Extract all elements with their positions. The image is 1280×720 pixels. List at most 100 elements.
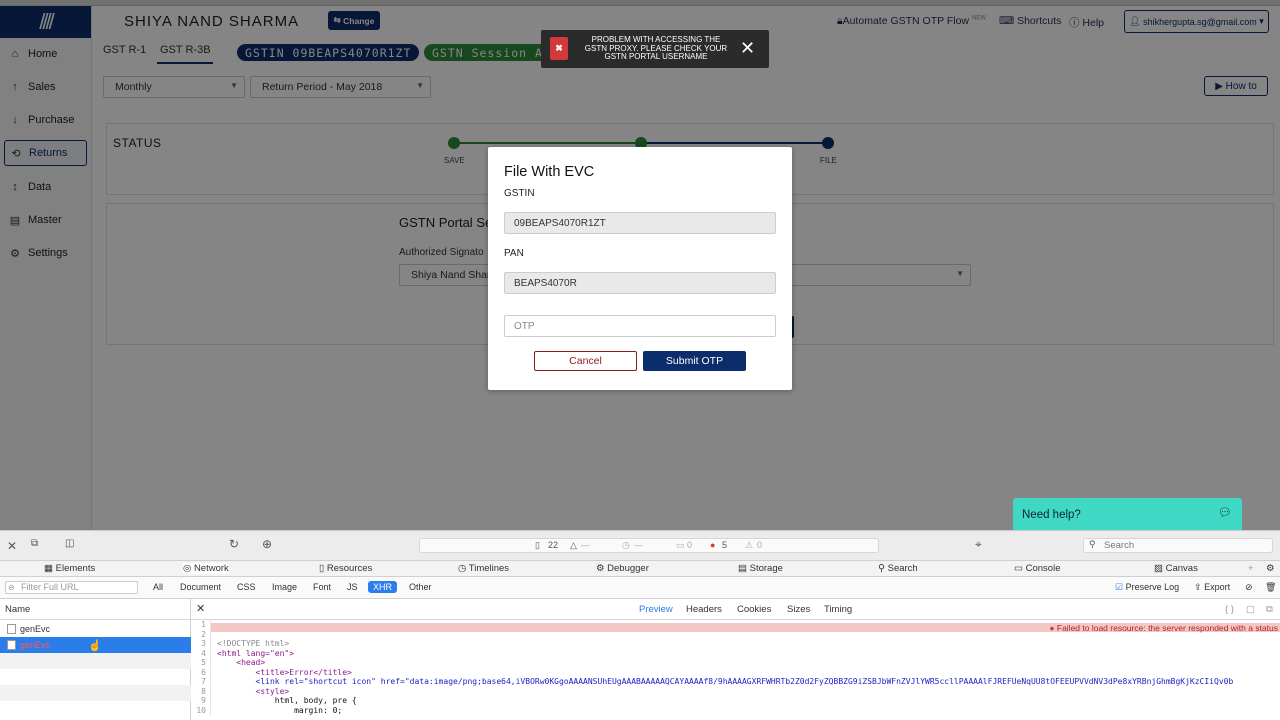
- code-line: <link rel="shortcut icon" href="data:ima…: [217, 677, 1234, 686]
- cancel-button[interactable]: Cancel: [534, 351, 637, 371]
- filter-image[interactable]: Image: [272, 582, 297, 592]
- load-time: —: [634, 540, 643, 550]
- code-line: <!DOCTYPE html>: [217, 639, 290, 648]
- errors-count: 5: [722, 540, 728, 550]
- close-devtools-icon[interactable]: ✕: [7, 539, 17, 553]
- devtools-toolbar: ✕ ⧉ ◫ ↻ ⊕ ▯ 22 △ — ◷ — ▭ 0 ● 5 ⚠ 0 ⌖ Sea…: [0, 531, 1280, 561]
- code-line: html, body, pre {: [217, 696, 357, 705]
- undock-icon[interactable]: ⧉: [31, 538, 38, 549]
- filter-other[interactable]: Other: [409, 582, 432, 592]
- tab-debugger[interactable]: ⚙ Debugger: [596, 563, 649, 574]
- network-filter-bar: Filter Full URL ⊖ All Document CSS Image…: [0, 577, 1280, 599]
- line-number: 4: [191, 648, 211, 658]
- add-tab-icon[interactable]: +: [1248, 563, 1254, 574]
- close-detail-icon[interactable]: ✕: [196, 602, 205, 615]
- tab-network[interactable]: ◎ Network: [183, 563, 229, 574]
- devtools-activity-summary: ▯ 22 △ — ◷ — ▭ 0 ● 5 ⚠ 0: [419, 538, 879, 553]
- code-line: <html lang="en">: [217, 648, 295, 658]
- gstin-label: GSTIN: [504, 188, 535, 199]
- resource-count: 22: [548, 540, 559, 550]
- transfer-icon: △: [570, 540, 577, 550]
- request-row[interactable]: genEvc: [0, 621, 191, 637]
- format-icon[interactable]: { }: [1225, 604, 1234, 615]
- preserve-log-label: Preserve Log: [1125, 582, 1180, 592]
- line-number: 9: [191, 696, 211, 705]
- tab-label: Console: [1025, 563, 1061, 574]
- detail-tab-headers[interactable]: Headers: [686, 604, 722, 615]
- chat-icon: 💬︎: [1218, 507, 1232, 519]
- export-label: Export: [1204, 582, 1231, 592]
- devtools-search-input[interactable]: Search: [1083, 538, 1273, 553]
- tab-label: Search: [887, 563, 918, 574]
- transfer-size: —: [581, 540, 590, 550]
- settings-icon[interactable]: ⚙: [1266, 563, 1275, 574]
- tab-console[interactable]: ▭ Console: [1014, 563, 1060, 574]
- filter-url-input[interactable]: Filter Full URL: [5, 581, 138, 594]
- preserve-log-checkbox[interactable]: ☑ Preserve Log: [1115, 582, 1179, 593]
- checkbox-checked-icon: ☑: [1115, 582, 1124, 592]
- error-message: ● Failed to load resource: the server re…: [1049, 623, 1278, 633]
- text-icon[interactable]: ▢: [1246, 604, 1255, 615]
- devtools-tabbar: ▦ Elements ◎ Network ▯ Resources ◷ Timel…: [0, 561, 1280, 577]
- need-help-label: Need help?: [1022, 509, 1081, 521]
- empty-row: [0, 685, 191, 701]
- tab-label: Storage: [749, 563, 783, 574]
- empty-row: [0, 653, 191, 669]
- detail-tab-cookies[interactable]: Cookies: [737, 604, 771, 615]
- line-number: 5: [191, 658, 211, 667]
- devtools-panel: ✕ ⧉ ◫ ↻ ⊕ ▯ 22 △ — ◷ — ▭ 0 ● 5 ⚠ 0 ⌖ Sea…: [0, 530, 1280, 720]
- export-button[interactable]: ⇪ Export: [1194, 582, 1230, 593]
- otp-input[interactable]: OTP: [504, 315, 776, 337]
- request-name: genEvc: [20, 640, 51, 650]
- download-icon[interactable]: ⊕: [262, 537, 272, 551]
- tab-timelines[interactable]: ◷ Timelines: [458, 563, 509, 574]
- submit-otp-button[interactable]: Submit OTP: [643, 351, 746, 371]
- code-line: <style>: [217, 686, 290, 696]
- close-icon[interactable]: ✕: [740, 38, 755, 58]
- warning-icon: ⚠: [745, 540, 754, 550]
- filter-css[interactable]: CSS: [237, 582, 256, 592]
- clock-icon: ◷: [622, 540, 630, 550]
- warnings-count: 0: [757, 540, 763, 550]
- detail-tab-timing[interactable]: Timing: [824, 604, 852, 615]
- line-number: 7: [191, 677, 211, 686]
- file-icon: [7, 640, 16, 650]
- filter-xhr[interactable]: XHR: [368, 581, 398, 593]
- filter-js[interactable]: JS: [347, 582, 358, 592]
- tab-search[interactable]: ⚲ Search: [878, 563, 918, 574]
- export-icon: ⇪: [1194, 582, 1202, 592]
- filter-document[interactable]: Document: [180, 582, 221, 592]
- dock-side-icon[interactable]: ◫: [65, 538, 74, 549]
- tab-label: Timelines: [468, 563, 510, 574]
- pan-label: PAN: [504, 248, 524, 259]
- tab-label: Network: [193, 563, 229, 574]
- tab-storage[interactable]: ▤ Storage: [738, 563, 783, 574]
- trash-icon[interactable]: 🗑︎: [1265, 582, 1276, 593]
- code-line: <head>: [217, 658, 266, 667]
- line-number: 3: [191, 639, 211, 648]
- tab-canvas[interactable]: ▨ Canvas: [1154, 563, 1198, 574]
- error-toast: ✖ PROBLEM WITH ACCESSING THE GSTN PROXY.…: [541, 30, 769, 68]
- name-column-header[interactable]: Name: [0, 599, 191, 620]
- reload-icon[interactable]: ↻: [229, 537, 239, 551]
- request-list: Name genEvc genEvc ☝: [0, 599, 191, 720]
- tab-elements[interactable]: ▦ Elements: [44, 563, 95, 574]
- need-help-widget[interactable]: Need help? 💬︎: [1013, 498, 1242, 530]
- error-banner: ● Failed to load resource: the server re…: [211, 623, 1280, 633]
- line-number: 2: [191, 629, 211, 639]
- detail-tab-preview[interactable]: Preview: [639, 604, 673, 615]
- pan-field: BEAPS4070R: [504, 272, 776, 294]
- mouse-cursor-icon: ☝: [88, 640, 102, 652]
- tab-label: Resources: [326, 563, 373, 574]
- request-row-selected[interactable]: genEvc ☝: [0, 637, 191, 653]
- filter-all[interactable]: All: [153, 582, 163, 592]
- clear-filters-icon[interactable]: ⊘: [1245, 582, 1253, 593]
- request-name: genEvc: [20, 624, 51, 634]
- filter-font[interactable]: Font: [313, 582, 331, 592]
- detail-tab-sizes[interactable]: Sizes: [787, 604, 810, 615]
- error-message-text: Failed to load resource: the server resp…: [1056, 623, 1278, 633]
- target-icon[interactable]: ⌖: [975, 537, 982, 552]
- file-icon: [7, 624, 16, 634]
- tab-resources[interactable]: ▯ Resources: [319, 563, 372, 574]
- copy-icon[interactable]: ⧉: [1266, 604, 1273, 615]
